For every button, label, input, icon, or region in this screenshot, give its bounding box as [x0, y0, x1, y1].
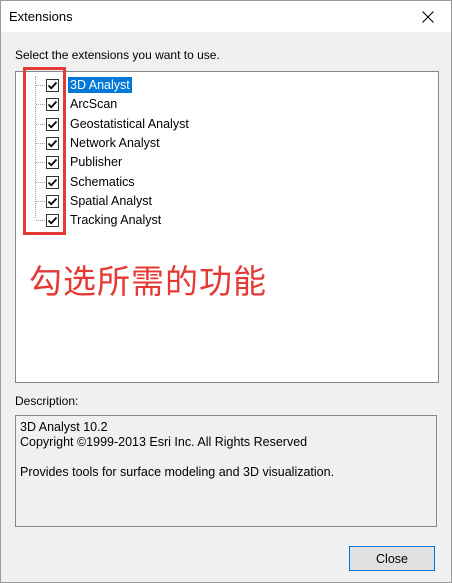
extension-item[interactable]: Tracking Analyst	[16, 211, 416, 230]
extension-label: ArcScan	[70, 97, 118, 112]
description-copyright: Copyright ©1999-2013 Esri Inc. All Right…	[20, 435, 308, 449]
extension-item[interactable]: Network Analyst	[16, 134, 416, 153]
description-box: 3D Analyst 10.2 Copyright ©1999-2013 Esr…	[15, 415, 437, 527]
extension-label: Schematics	[70, 174, 135, 189]
annotation-highlight-box	[23, 67, 66, 235]
extension-label: Network Analyst	[70, 135, 160, 150]
extension-label: 3D Analyst	[68, 77, 132, 93]
close-icon	[422, 10, 434, 23]
extension-item[interactable]: Schematics	[16, 173, 416, 192]
extension-label: Tracking Analyst	[70, 213, 162, 228]
close-button[interactable]: Close	[349, 546, 435, 571]
description-title: 3D Analyst 10.2	[20, 420, 108, 434]
title-bar: Extensions	[1, 1, 451, 32]
extension-label: Publisher	[70, 155, 123, 170]
annotation-text: 勾选所需的功能	[29, 262, 267, 301]
extension-label: Spatial Analyst	[70, 193, 152, 208]
description-summary: Provides tools for surface modeling and …	[20, 465, 335, 479]
extension-label: Geostatistical Analyst	[70, 116, 189, 131]
extension-item[interactable]: Spatial Analyst	[16, 192, 416, 211]
extension-item[interactable]: ArcScan	[16, 95, 416, 114]
description-label: Description:	[15, 394, 79, 408]
window-title: Extensions	[9, 9, 73, 24]
extension-item[interactable]: 3D Analyst	[16, 76, 416, 95]
window-close-button[interactable]	[405, 1, 451, 32]
extensions-list[interactable]: 3D Analyst ArcScan Geostatistical Analyst N…	[15, 71, 439, 383]
instruction-text: Select the extensions you want to use.	[15, 48, 220, 62]
extensions-dialog: Extensions Select the extensions you wan…	[0, 0, 452, 583]
extension-item[interactable]: Geostatistical Analyst	[16, 115, 416, 134]
extension-item[interactable]: Publisher	[16, 153, 416, 172]
